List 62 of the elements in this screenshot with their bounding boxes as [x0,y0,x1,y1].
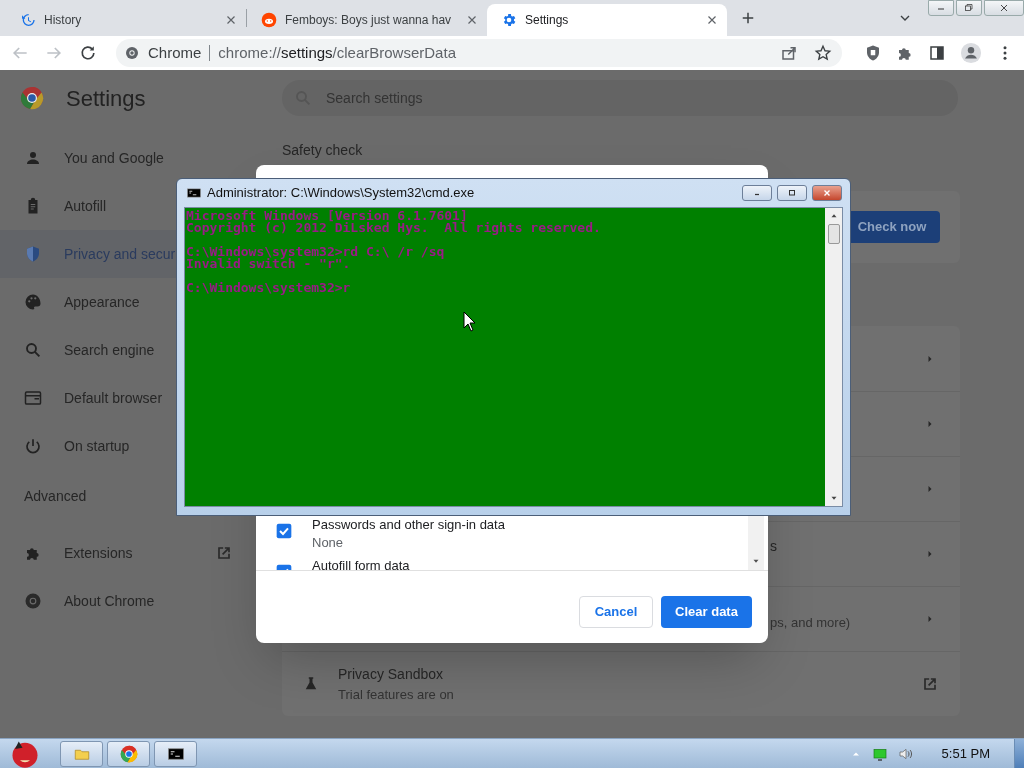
power-icon [24,437,42,455]
taskbar-button[interactable] [154,740,197,767]
section-label: Advanced [23,487,88,506]
chrome-logo-icon [124,45,140,61]
chrome-logo-icon [20,86,44,110]
clock-icon [20,12,36,28]
console-line: Microsoft Windows [Version 6.1.7601] [185,210,469,222]
sidebar-item[interactable]: About Chrome [0,577,256,625]
share-icon[interactable] [780,44,798,62]
clear-data-button[interactable]: Clear data [661,596,752,628]
clock-text[interactable]: 5:51 PM [941,743,990,764]
search-icon [24,341,42,359]
sidebar-item[interactable]: Search engine [0,326,256,374]
scrollbar[interactable] [825,208,842,506]
checkbox[interactable] [276,523,292,539]
item-detail: None [312,534,345,552]
scrollbar[interactable] [748,516,764,570]
item-label: Autofill form data [312,558,410,570]
side-panel-icon[interactable] [928,44,946,62]
url-text: chrome://settings/clearBrowserData [218,42,457,63]
palette-icon [24,293,42,311]
restore-icon [963,2,975,14]
shield-icon [24,245,42,263]
reload-icon[interactable] [78,43,98,63]
sidebar-item[interactable]: Default browser [0,374,256,422]
star-icon[interactable] [814,44,832,62]
avatar-icon[interactable] [960,42,982,64]
shield-icon[interactable] [864,44,882,62]
chrome-logo-icon [24,592,42,610]
row-subtitle: Trial features are on [338,685,454,704]
person-icon [24,149,42,167]
browser-window-icon [24,389,42,407]
row-title: s [770,537,777,556]
console-icon [186,186,202,200]
section-heading: Safety check [282,141,363,160]
cancel-button[interactable]: Cancel [579,596,653,628]
restore-button[interactable] [956,0,982,16]
row-subtitle: ps, and more) [770,614,851,632]
address-field[interactable]: Chrome chrome://settings/clearBrowserData [116,39,842,67]
browser-tab[interactable]: Femboys: Boys just wanna hav [247,4,487,36]
row-title: Privacy Sandbox [338,664,445,684]
chrome-logo-icon [119,744,138,763]
minimize-button[interactable] [928,0,954,16]
close-icon [998,2,1010,14]
maximize-icon [786,187,798,199]
cursor-icon [463,311,476,332]
minimize-button[interactable] [742,185,772,201]
item-label: Passwords and other sign-in data [312,517,505,533]
sidebar-item[interactable]: On startup [0,422,256,470]
sidebar-item[interactable]: You and Google [0,134,256,182]
maximize-button[interactable] [777,185,807,201]
window-title: Administrator: C:\Windows\System32\cmd.exe [207,184,476,203]
site-label: Chrome [148,42,202,63]
site-icon [261,12,277,28]
settings-icon [501,12,517,28]
sidebar-item[interactable]: Extensions [0,529,256,577]
browser-tab[interactable]: History [6,4,246,36]
browser-tab[interactable]: Settings [487,4,727,36]
page-title: Settings [66,84,146,113]
close-button[interactable] [812,185,842,201]
console-line: C:\Windows\system32>r [185,282,352,294]
scroll-thumb[interactable] [827,224,840,244]
